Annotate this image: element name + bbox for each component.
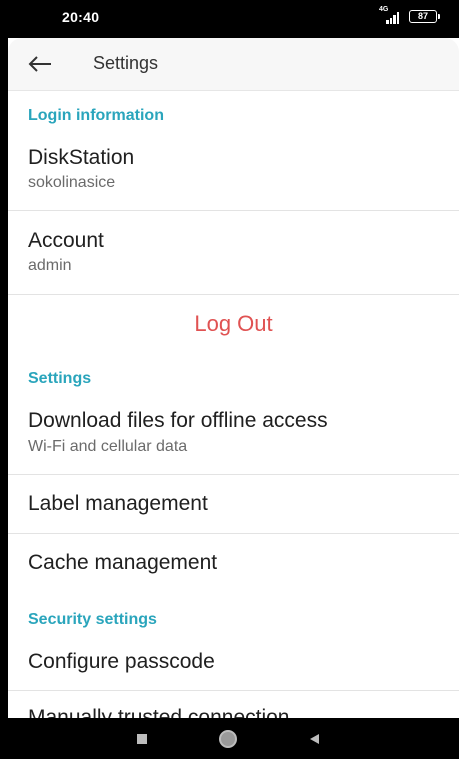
settings-screen: Settings Login information DiskStation s… xyxy=(8,38,459,718)
label-management-item[interactable]: Label management xyxy=(8,475,459,533)
page-title: Settings xyxy=(93,53,159,73)
battery-icon: 87 xyxy=(409,9,440,23)
download-offline-item[interactable]: Download files for offline access Wi-Fi … xyxy=(8,398,459,474)
account-title: Account xyxy=(28,229,104,252)
navigation-bar xyxy=(0,718,459,759)
logout-button[interactable]: Log Out xyxy=(8,311,459,337)
battery-level: 87 xyxy=(417,10,428,21)
trusted-connection-title: Manually trusted connection xyxy=(28,706,290,718)
cache-management-title: Cache management xyxy=(28,551,218,574)
cache-management-item[interactable]: Cache management xyxy=(8,534,459,592)
square-icon xyxy=(137,733,147,744)
nav-back-button[interactable] xyxy=(294,718,334,759)
label-management-title: Label management xyxy=(28,492,208,515)
toolbar: Settings xyxy=(8,38,459,91)
section-header-security: Security settings xyxy=(28,611,157,628)
configure-passcode-title: Configure passcode xyxy=(28,650,215,673)
divider xyxy=(8,294,459,295)
diskstation-title: DiskStation xyxy=(28,146,135,169)
status-bar: 20:40 4G 87 xyxy=(0,0,459,38)
recent-apps-button[interactable] xyxy=(122,718,162,759)
screen: 20:40 4G 87 Settings Login information D… xyxy=(0,0,459,759)
download-offline-value: Wi-Fi and cellular data xyxy=(28,438,188,455)
trusted-connection-item[interactable]: Manually trusted connection xyxy=(8,691,459,718)
account-value: admin xyxy=(28,257,72,274)
configure-passcode-item[interactable]: Configure passcode xyxy=(8,638,459,690)
back-button[interactable] xyxy=(22,48,58,80)
download-offline-title: Download files for offline access xyxy=(28,409,328,432)
diskstation-item[interactable]: DiskStation sokolinasice xyxy=(8,136,459,210)
status-icons: 4G 87 xyxy=(379,6,440,24)
account-item[interactable]: Account admin xyxy=(8,211,459,293)
arrow-left-icon xyxy=(28,56,51,72)
section-header-settings: Settings xyxy=(28,370,92,387)
status-time: 20:40 xyxy=(62,9,100,25)
circle-icon xyxy=(219,729,237,748)
signal-icon: 4G xyxy=(379,6,403,24)
section-header-login: Login information xyxy=(28,107,164,124)
diskstation-value: sokolinasice xyxy=(28,174,116,191)
triangle-back-icon xyxy=(310,733,319,744)
home-button[interactable] xyxy=(208,718,248,759)
